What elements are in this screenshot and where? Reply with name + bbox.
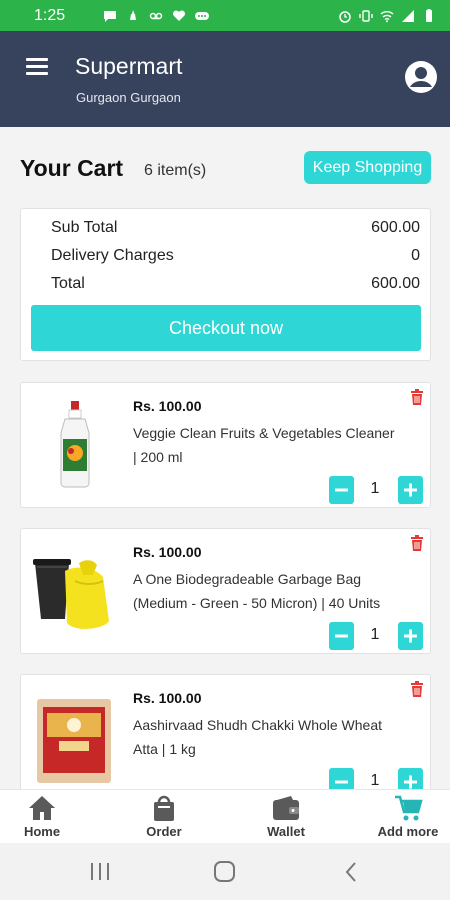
notification-icon bbox=[130, 9, 137, 20]
status-left-icons bbox=[103, 9, 210, 23]
product-name-line-2: | 200 ml bbox=[133, 449, 183, 465]
increase-quantity-button[interactable] bbox=[398, 622, 423, 650]
status-bar: 1:25 bbox=[0, 0, 450, 31]
nav-order[interactable]: Order bbox=[124, 790, 204, 844]
product-name-line-2: (Medium - Green - 50 Micron) | 40 Units bbox=[133, 595, 381, 611]
store-location: Gurgaon Gurgaon bbox=[76, 90, 181, 105]
nav-home[interactable]: Home bbox=[2, 790, 82, 844]
voicemail-icon bbox=[149, 12, 163, 19]
product-image bbox=[37, 699, 111, 783]
product-image bbox=[33, 559, 109, 629]
product-name: Veggie Clean Fruits & Vegetables Cleaner… bbox=[133, 421, 430, 469]
wifi-icon bbox=[380, 10, 394, 22]
message-icon bbox=[104, 10, 117, 22]
product-name-line-2: Atta | 1 kg bbox=[133, 741, 196, 757]
product-name: Aashirvaad Shudh Chakki Whole Wheat Atta… bbox=[133, 713, 430, 761]
delete-icon[interactable] bbox=[410, 681, 424, 697]
app-title: Supermart bbox=[75, 53, 183, 79]
overflow-icon bbox=[195, 11, 210, 20]
cart-item: Rs. 100.00 Aashirvaad Shudh Chakki Whole… bbox=[20, 674, 431, 800]
nav-wallet[interactable]: Wallet bbox=[246, 790, 326, 844]
product-price: Rs. 100.00 bbox=[133, 544, 202, 560]
cart-icon bbox=[395, 795, 423, 821]
app-header: Supermart Gurgaon Gurgaon bbox=[0, 31, 450, 127]
home-icon bbox=[29, 796, 55, 820]
decrease-quantity-button[interactable] bbox=[329, 476, 354, 504]
order-summary-card: Sub Total 600.00 Delivery Charges 0 Tota… bbox=[20, 208, 431, 361]
subtotal-value: 600.00 bbox=[371, 219, 420, 236]
decrease-quantity-button[interactable] bbox=[329, 622, 354, 650]
product-image bbox=[60, 401, 90, 488]
delivery-value: 0 bbox=[411, 247, 420, 264]
cart-item-count: 6 item(s) bbox=[144, 162, 207, 179]
quantity-value: 1 bbox=[370, 772, 380, 789]
product-price: Rs. 100.00 bbox=[133, 690, 202, 706]
battery-icon bbox=[426, 8, 432, 22]
delete-icon[interactable] bbox=[410, 535, 424, 551]
recent-apps-icon[interactable] bbox=[89, 862, 111, 881]
total-value: 600.00 bbox=[371, 275, 420, 292]
cart-item: Rs. 100.00 Veggie Clean Fruits & Vegetab… bbox=[20, 382, 431, 508]
cart-title: Your Cart bbox=[20, 155, 124, 181]
product-name: A One Biodegradeable Garbage Bag (Medium… bbox=[133, 567, 430, 615]
system-navigation-bar bbox=[0, 843, 450, 900]
nav-wallet-label: Wallet bbox=[267, 824, 305, 839]
health-icon bbox=[173, 9, 186, 21]
minus-icon bbox=[335, 488, 348, 492]
cart-item: Rs. 100.00 A One Biodegradeable Garbage … bbox=[20, 528, 431, 654]
nav-home-label: Home bbox=[23, 824, 61, 839]
menu-icon[interactable] bbox=[26, 58, 48, 76]
account-icon[interactable] bbox=[404, 60, 438, 94]
delivery-label: Delivery Charges bbox=[51, 247, 174, 264]
minus-icon bbox=[335, 634, 348, 638]
home-button-icon[interactable] bbox=[213, 860, 237, 883]
nav-add-more-label: Add more bbox=[377, 824, 439, 839]
total-row: Total 600.00 bbox=[51, 275, 420, 293]
plus-icon bbox=[404, 629, 417, 643]
quantity-value: 1 bbox=[370, 480, 380, 497]
subtotal-label: Sub Total bbox=[51, 219, 118, 236]
product-name-line-1: Veggie Clean Fruits & Vegetables Cleaner bbox=[133, 425, 395, 441]
product-name-line-1: A One Biodegradeable Garbage Bag bbox=[133, 571, 362, 587]
status-time: 1:25 bbox=[34, 6, 66, 24]
alarm-icon bbox=[339, 10, 351, 23]
status-right-icons bbox=[338, 8, 436, 23]
product-price: Rs. 100.00 bbox=[133, 398, 202, 414]
bottom-navigation: Home Order Wallet Add more bbox=[0, 789, 450, 843]
shopping-bag-icon bbox=[154, 795, 174, 821]
nav-add-more[interactable]: Add more bbox=[368, 790, 448, 844]
total-label: Total bbox=[51, 275, 85, 292]
plus-icon bbox=[404, 483, 417, 497]
back-icon[interactable] bbox=[343, 861, 359, 883]
nav-order-label: Order bbox=[146, 824, 182, 839]
product-name-line-1: Aashirvaad Shudh Chakki Whole Wheat bbox=[133, 717, 383, 733]
increase-quantity-button[interactable] bbox=[398, 476, 423, 504]
signal-icon bbox=[402, 9, 414, 22]
subtotal-row: Sub Total 600.00 bbox=[51, 219, 420, 237]
quantity-value: 1 bbox=[370, 626, 380, 643]
keep-shopping-button[interactable]: Keep Shopping bbox=[304, 151, 431, 184]
delivery-row: Delivery Charges 0 bbox=[51, 247, 420, 265]
vibrate-icon bbox=[359, 9, 373, 22]
wallet-icon bbox=[273, 796, 299, 820]
checkout-button[interactable]: Checkout now bbox=[31, 305, 421, 351]
delete-icon[interactable] bbox=[410, 389, 424, 405]
